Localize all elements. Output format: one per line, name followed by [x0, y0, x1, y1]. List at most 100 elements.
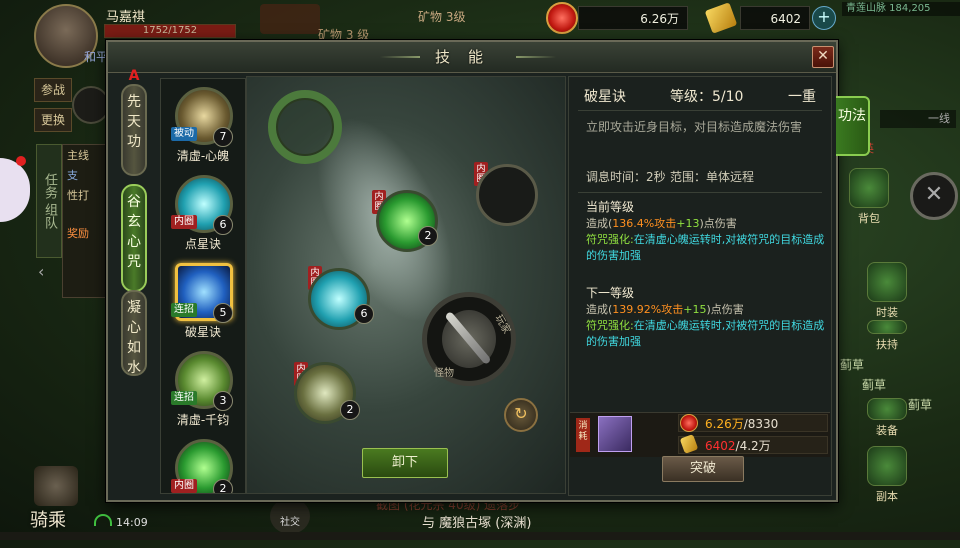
tab-guxuanxinzhou[interactable]: 谷玄心咒 — [121, 184, 147, 292]
skill-description: 立即攻击近身目标，对目标造成魔法伤害 — [586, 120, 803, 134]
skill-item[interactable]: 内圈 6 点星诀 — [161, 169, 245, 257]
tab-gongfa[interactable]: 功法 — [836, 96, 870, 156]
support-icon — [867, 320, 907, 334]
bag-button[interactable]: 背包 — [846, 168, 892, 226]
skill-name: 点星诀 — [184, 237, 221, 251]
refresh-icon[interactable]: ↻ — [504, 398, 538, 432]
gold-ingot-icon — [704, 2, 738, 34]
skill-item-selected[interactable]: 连招 5 破星诀 — [161, 257, 245, 345]
join-battle-button[interactable]: 参战 — [34, 78, 72, 102]
cost-label: 消耗 — [576, 418, 590, 452]
breakthrough-button[interactable]: 突破 — [662, 456, 744, 482]
chat-line: 与 魔狼古塚 (深渊) — [422, 516, 532, 531]
skill-level-badge: 7 — [213, 127, 233, 147]
ruby-cost-row: 6.26万/8330 — [678, 414, 828, 432]
skill-book-icon[interactable] — [598, 416, 632, 452]
support-label: 扶持 — [876, 338, 898, 351]
mount-icon[interactable] — [34, 466, 78, 506]
chat-bubble-button[interactable] — [0, 158, 30, 222]
gold-cost-row: 6402/4.2万 — [678, 436, 828, 454]
current-rune-line: 符咒强化:在清虚心魄运转时,对被符咒的目标造成的伤害加强 — [586, 233, 825, 262]
skill-type-tag: 被动 — [171, 127, 197, 141]
support-button[interactable]: 扶持 — [864, 320, 910, 352]
mission-line: 性打 — [67, 189, 89, 202]
unload-button[interactable]: 卸下 — [362, 448, 448, 478]
mission-panel[interactable]: 主线 支 性打 奖励 — [62, 144, 110, 298]
title-ornament — [380, 56, 420, 58]
gold-currency-value: 6402 — [740, 6, 810, 30]
equip-button[interactable]: 装备 — [864, 398, 910, 438]
social-button[interactable]: 社交 — [270, 498, 310, 534]
empty-skill-slot[interactable] — [476, 164, 538, 226]
next-rune-line: 符咒强化:在清虚心魄运转时,对被符咒的目标造成的伤害加强 — [586, 319, 825, 348]
skill-type-tag: 内圈 — [171, 215, 197, 229]
line-selector[interactable]: 一线 — [880, 110, 956, 128]
attack-button[interactable]: ✕ — [910, 172, 958, 220]
mission-line: 支 — [67, 169, 78, 182]
fashion-button[interactable]: 时装 — [864, 262, 910, 320]
dialog-title: 技能 — [434, 48, 501, 66]
skill-detail-name: 破星诀 — [584, 89, 626, 105]
equip-label: 装备 — [876, 424, 898, 437]
dungeon-button[interactable]: 副本 — [864, 446, 910, 504]
skill-level-badge: 6 — [213, 215, 233, 235]
player-hp-text: 1752/1752 — [142, 25, 198, 36]
banner-decoration — [260, 4, 320, 34]
ruby-currency-icon — [546, 2, 578, 34]
skill-detail-tier: 一重 — [788, 89, 816, 105]
player-hp-bar: 1752/1752 — [104, 24, 236, 38]
reward-label: 奖励 — [67, 227, 89, 240]
tab-xiantiangong[interactable]: 先天功 — [121, 84, 147, 176]
equip-icon — [867, 398, 907, 420]
herb-label: 蓟草 — [840, 358, 865, 372]
tree-badge-icon: A — [128, 68, 140, 84]
skill-item[interactable]: 被动 7 清虚-心魄 — [161, 81, 245, 169]
tab-ningxinrushui[interactable]: 凝心如水 — [121, 290, 147, 376]
bag-icon — [849, 168, 889, 208]
fashion-label: 时装 — [876, 306, 898, 319]
bag-label: 背包 — [858, 212, 880, 225]
wifi-icon — [94, 514, 112, 526]
ruby-icon — [680, 414, 698, 432]
add-currency-button[interactable]: + — [812, 6, 836, 30]
pk-mode-label[interactable]: 和平 — [84, 48, 108, 65]
skill-list[interactable]: 被动 7 清虚-心魄 内圈 6 点星诀 连招 5 破星诀 连招 3 清虚-千钧 … — [160, 78, 246, 494]
skill-detail-level: 等级：5/10 — [670, 89, 744, 105]
ultimate-slot-ring[interactable] — [268, 90, 342, 164]
skill-name: 清虚-千钧 — [176, 413, 230, 427]
mission-tab[interactable]: 任务 组队 — [36, 144, 62, 258]
dungeon-label: 副本 — [876, 490, 898, 503]
clock-text: 14:09 — [116, 516, 148, 529]
current-damage-line: 造成(136.4%攻击+13)点伤害 — [586, 217, 737, 230]
skill-slot-icon[interactable] — [72, 86, 110, 124]
skill-name: 清虚-心魄 — [176, 149, 230, 163]
skill-cooldown: 调息时间：2秒 — [586, 170, 666, 184]
experience-bar — [0, 532, 960, 540]
herb-label: 蓟草 — [908, 398, 933, 412]
node-level-badge: 2 — [418, 226, 438, 246]
node-level-badge: 2 — [340, 400, 360, 420]
notification-dot — [16, 156, 26, 166]
skill-range: 范围：单体远程 — [670, 170, 755, 184]
skill-type-tag: 内圈 — [171, 479, 197, 493]
current-level-title: 当前等级 — [586, 200, 635, 214]
node-level-badge: 6 — [354, 304, 374, 324]
skill-level-badge: 2 — [213, 479, 233, 493]
mine-label: 矿物 3级 — [418, 10, 466, 24]
dungeon-icon — [867, 446, 907, 486]
skill-type-tag: 连招 — [171, 391, 197, 405]
skill-item[interactable]: 内圈 2 — [161, 433, 245, 493]
next-damage-line: 造成(139.92%攻击+15)点伤害 — [586, 303, 744, 316]
skill-level-badge: 5 — [213, 303, 233, 323]
skill-level-badge: 3 — [213, 391, 233, 411]
mount-button[interactable]: 骑乘 — [30, 506, 66, 532]
skill-item[interactable]: 连招 3 清虚-千钧 — [161, 345, 245, 433]
close-button[interactable]: ✕ — [812, 46, 834, 68]
divider — [578, 110, 822, 111]
skill-type-tag: 连招 — [171, 303, 197, 317]
title-ornament — [516, 56, 556, 58]
herb-label: 蓟草 — [862, 378, 887, 392]
collapse-arrow-icon[interactable]: ‹ — [38, 262, 44, 281]
map-location-label[interactable]: 青莲山脉 184,205 — [842, 2, 960, 16]
switch-button[interactable]: 更换 — [34, 108, 72, 132]
